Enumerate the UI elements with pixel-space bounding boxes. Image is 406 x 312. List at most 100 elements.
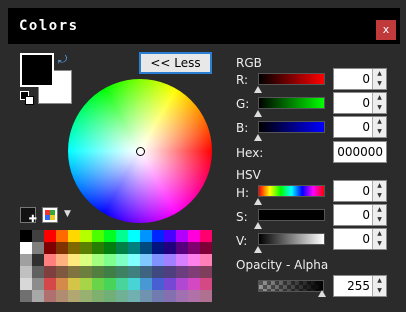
blue-slider-handle[interactable] — [254, 134, 262, 141]
palette-swatch[interactable] — [188, 254, 200, 266]
palette-swatch[interactable] — [164, 254, 176, 266]
palette-swatch[interactable] — [176, 254, 188, 266]
palette-swatch[interactable] — [44, 242, 56, 254]
spin-arrows-icon[interactable]: ▲ ▼ — [372, 69, 386, 89]
palette-swatch[interactable] — [128, 266, 140, 278]
saturation-slider-handle[interactable] — [254, 222, 262, 229]
spin-arrows-icon[interactable]: ▲ ▼ — [372, 276, 386, 296]
palette-swatch[interactable] — [80, 290, 92, 302]
palette-swatch[interactable] — [68, 230, 80, 242]
palette-swatch[interactable] — [44, 254, 56, 266]
palette-swatch[interactable] — [140, 290, 152, 302]
green-slider-handle[interactable] — [254, 110, 262, 117]
palette-swatch[interactable] — [152, 230, 164, 242]
color-wheel-handle[interactable] — [136, 147, 145, 156]
palette-swatch[interactable] — [20, 266, 32, 278]
palette-swatch[interactable] — [104, 242, 116, 254]
palette-swatch[interactable] — [188, 266, 200, 278]
palette-swatch[interactable] — [176, 230, 188, 242]
alpha-spinbox[interactable]: 255 ▲ ▼ — [333, 275, 387, 297]
palette-swatch[interactable] — [20, 290, 32, 302]
palette-swatch[interactable] — [56, 266, 68, 278]
palette-swatch[interactable] — [152, 290, 164, 302]
palette-swatch[interactable] — [104, 230, 116, 242]
primary-color-swatch[interactable] — [20, 53, 54, 87]
palette-swatch[interactable] — [92, 242, 104, 254]
palette-swatch[interactable] — [92, 230, 104, 242]
palette-swatch[interactable] — [20, 278, 32, 290]
palette-swatch[interactable] — [44, 278, 56, 290]
green-spinbox[interactable]: 0 ▲ ▼ — [333, 92, 387, 114]
spin-arrows-icon[interactable]: ▲ ▼ — [372, 181, 386, 201]
palette-swatch[interactable] — [56, 230, 68, 242]
palette-swatch[interactable] — [92, 278, 104, 290]
palette-swatch[interactable] — [188, 278, 200, 290]
value-spinbox[interactable]: 0 ▲ ▼ — [333, 228, 387, 250]
palette-swatch[interactable] — [140, 242, 152, 254]
hue-slider-handle[interactable] — [254, 198, 262, 205]
palette-swatch[interactable] — [20, 254, 32, 266]
palette-swatch[interactable] — [128, 242, 140, 254]
palette-swatch[interactable] — [128, 230, 140, 242]
palette-swatch[interactable] — [80, 242, 92, 254]
palette-swatch[interactable] — [92, 254, 104, 266]
palette-swatch[interactable] — [80, 230, 92, 242]
palette-swatch[interactable] — [152, 254, 164, 266]
spin-arrows-icon[interactable]: ▲ ▼ — [372, 93, 386, 113]
palette-swatch[interactable] — [68, 254, 80, 266]
hue-spinbox[interactable]: 0 ▲ ▼ — [333, 180, 387, 202]
palette-swatch[interactable] — [200, 254, 212, 266]
palette-swatch[interactable] — [164, 266, 176, 278]
value-slider[interactable] — [258, 233, 325, 245]
palette-swatch[interactable] — [104, 290, 116, 302]
palette-swatch[interactable] — [152, 278, 164, 290]
palette-swatch[interactable] — [200, 266, 212, 278]
red-spinbox[interactable]: 0 ▲ ▼ — [333, 68, 387, 90]
palette-dropdown-icon[interactable]: ▼ — [64, 209, 71, 219]
palette-swatch[interactable] — [176, 266, 188, 278]
palette-swatch[interactable] — [68, 266, 80, 278]
palette-swatch[interactable] — [140, 278, 152, 290]
palette-swatch[interactable] — [152, 242, 164, 254]
reset-colors-icon[interactable] — [20, 91, 34, 105]
red-slider[interactable] — [258, 73, 325, 85]
palette-swatch[interactable] — [68, 278, 80, 290]
swap-colors-icon[interactable]: ⤾ — [58, 54, 67, 65]
palette-swatch[interactable] — [140, 254, 152, 266]
palette-swatch[interactable] — [68, 290, 80, 302]
add-color-icon[interactable]: ✚ — [20, 207, 37, 225]
palette-swatch[interactable] — [56, 254, 68, 266]
palette-swatch[interactable] — [80, 266, 92, 278]
close-button[interactable]: x — [376, 20, 396, 40]
palette-swatch[interactable] — [104, 278, 116, 290]
palette-swatch[interactable] — [56, 290, 68, 302]
value-slider-handle[interactable] — [254, 246, 262, 253]
palette-swatch[interactable] — [56, 278, 68, 290]
palette-swatch[interactable] — [164, 230, 176, 242]
blue-spinbox[interactable]: 0 ▲ ▼ — [333, 116, 387, 138]
palette-swatch[interactable] — [56, 242, 68, 254]
alpha-slider[interactable] — [258, 280, 324, 292]
palette-swatch[interactable] — [164, 290, 176, 302]
palette-swatch[interactable] — [116, 230, 128, 242]
spin-arrows-icon[interactable]: ▲ ▼ — [372, 229, 386, 249]
palette-swatch[interactable] — [176, 278, 188, 290]
palette-swatch[interactable] — [152, 266, 164, 278]
palette-swatch[interactable] — [128, 254, 140, 266]
palette-swatch[interactable] — [128, 290, 140, 302]
palette-swatch[interactable] — [116, 254, 128, 266]
palette-swatch[interactable] — [176, 242, 188, 254]
palette-swatch[interactable] — [188, 290, 200, 302]
palette-swatch[interactable] — [128, 278, 140, 290]
palette-swatch[interactable] — [32, 290, 44, 302]
palette-swatch[interactable] — [32, 266, 44, 278]
palette-swatch[interactable] — [20, 242, 32, 254]
spin-arrows-icon[interactable]: ▲ ▼ — [372, 205, 386, 225]
less-button[interactable]: << Less — [139, 52, 212, 74]
palette-swatch[interactable] — [44, 290, 56, 302]
palette-icon[interactable] — [42, 207, 58, 223]
palette-swatch[interactable] — [44, 230, 56, 242]
palette-swatch[interactable] — [188, 230, 200, 242]
palette-swatch[interactable] — [176, 290, 188, 302]
hue-slider[interactable] — [258, 185, 325, 197]
